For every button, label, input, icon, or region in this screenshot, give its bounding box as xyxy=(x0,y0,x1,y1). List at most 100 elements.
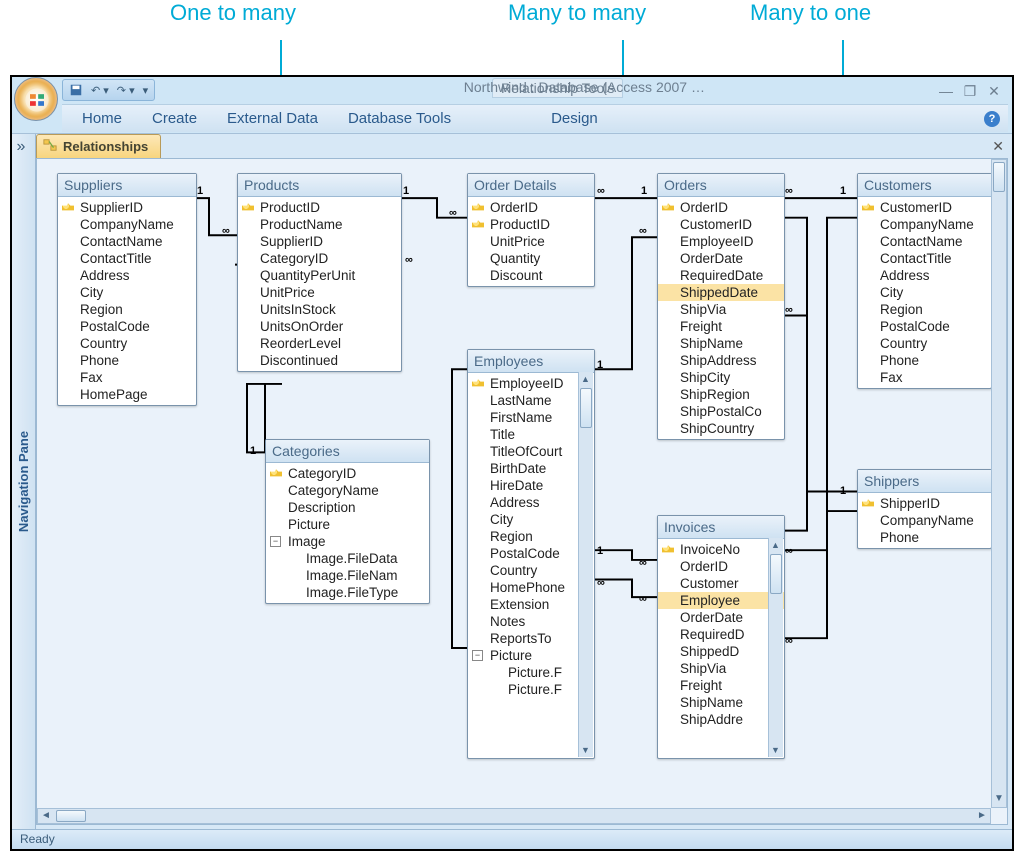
field-item[interactable]: ProductID xyxy=(238,199,401,216)
field-item[interactable]: Region xyxy=(468,528,594,545)
field-item[interactable]: CategoryName xyxy=(266,482,429,499)
field-item[interactable]: ContactTitle xyxy=(858,250,991,267)
field-item[interactable]: CompanyName xyxy=(858,216,991,233)
table-header[interactable]: Suppliers xyxy=(58,174,196,197)
field-item[interactable]: ShipCity xyxy=(658,369,784,386)
field-item[interactable]: ContactTitle xyxy=(58,250,196,267)
field-item[interactable]: PostalCode xyxy=(858,318,991,335)
field-item[interactable]: City xyxy=(858,284,991,301)
field-item[interactable]: SupplierID xyxy=(58,199,196,216)
table-customers[interactable]: CustomersCustomerIDCompanyNameContactNam… xyxy=(857,173,992,389)
field-item[interactable]: ReorderLevel xyxy=(238,335,401,352)
vertical-scrollbar[interactable]: ▲ ▼ xyxy=(991,159,1007,808)
field-item[interactable]: City xyxy=(58,284,196,301)
field-item[interactable]: Picture− xyxy=(468,647,594,664)
redo-icon[interactable]: ↷ ▾ xyxy=(117,84,135,97)
table-employees[interactable]: EmployeesEmployeeIDLastNameFirstNameTitl… xyxy=(467,349,595,759)
field-item[interactable]: Region xyxy=(58,301,196,318)
field-item[interactable]: HireDate xyxy=(468,477,594,494)
field-item[interactable]: Discontinued xyxy=(238,352,401,369)
tab-create[interactable]: Create xyxy=(152,110,197,127)
field-item[interactable]: Image− xyxy=(266,533,429,550)
field-item[interactable]: Fax xyxy=(858,369,991,386)
table-order-details[interactable]: Order DetailsOrderIDProductIDUnitPriceQu… xyxy=(467,173,595,287)
field-item[interactable]: Discount xyxy=(468,267,594,284)
office-button[interactable] xyxy=(14,77,58,121)
table-header[interactable]: Orders xyxy=(658,174,784,197)
field-item[interactable]: OrderDate xyxy=(658,609,784,626)
field-item[interactable]: ProductID xyxy=(468,216,594,233)
field-item[interactable]: UnitsInStock xyxy=(238,301,401,318)
field-item[interactable]: ShipAddre xyxy=(658,711,784,728)
table-header[interactable]: Order Details xyxy=(468,174,594,197)
field-item[interactable]: Image.FileData xyxy=(266,550,429,567)
field-item[interactable]: Picture.F xyxy=(468,664,594,681)
tab-external-data[interactable]: External Data xyxy=(227,110,318,127)
field-item[interactable]: ContactName xyxy=(58,233,196,250)
field-item[interactable]: TitleOfCourt xyxy=(468,443,594,460)
field-item[interactable]: HomePage xyxy=(58,386,196,403)
field-item[interactable]: RequiredD xyxy=(658,626,784,643)
field-item[interactable]: ShipperID xyxy=(858,495,991,512)
table-header[interactable]: Invoices xyxy=(658,516,784,539)
scroll-left-icon[interactable]: ◄ xyxy=(39,809,53,823)
table-suppliers[interactable]: SuppliersSupplierIDCompanyNameContactNam… xyxy=(57,173,197,406)
field-item[interactable]: Fax xyxy=(58,369,196,386)
inner-scrollbar[interactable]: ▲▼ xyxy=(768,538,783,757)
field-item[interactable]: OrderDate xyxy=(658,250,784,267)
field-item[interactable]: HomePhone xyxy=(468,579,594,596)
scroll-thumb[interactable] xyxy=(56,810,86,822)
field-item[interactable]: Title xyxy=(468,426,594,443)
field-item[interactable]: City xyxy=(468,511,594,528)
document-close-button[interactable]: ✕ xyxy=(992,138,1004,155)
close-button[interactable]: ✕ xyxy=(984,83,1004,97)
field-item[interactable]: Region xyxy=(858,301,991,318)
field-item[interactable]: Address xyxy=(468,494,594,511)
table-header[interactable]: Products xyxy=(238,174,401,197)
field-item[interactable]: UnitPrice xyxy=(238,284,401,301)
field-item[interactable]: PostalCode xyxy=(58,318,196,335)
field-item[interactable]: ShipCountry xyxy=(658,420,784,437)
field-item[interactable]: Image.FileType xyxy=(266,584,429,601)
table-header[interactable]: Employees xyxy=(468,350,594,373)
field-item[interactable]: EmployeeID xyxy=(468,375,594,392)
scroll-right-icon[interactable]: ► xyxy=(975,809,989,823)
chevron-right-icon[interactable]: » xyxy=(17,138,31,152)
field-item[interactable]: Phone xyxy=(58,352,196,369)
horizontal-scrollbar[interactable]: ◄ ► xyxy=(37,808,991,824)
field-item[interactable]: Phone xyxy=(858,529,991,546)
field-item[interactable]: Picture.F xyxy=(468,681,594,698)
undo-icon[interactable]: ↶ ▾ xyxy=(91,84,109,97)
save-icon[interactable] xyxy=(69,83,83,97)
field-item[interactable]: CustomerID xyxy=(858,199,991,216)
field-item[interactable]: FirstName xyxy=(468,409,594,426)
field-item[interactable]: Freight xyxy=(658,677,784,694)
field-item[interactable]: ShippedDate xyxy=(658,284,784,301)
tab-design[interactable]: Design xyxy=(551,110,598,127)
field-item[interactable]: Address xyxy=(858,267,991,284)
field-item[interactable]: ShippedD xyxy=(658,643,784,660)
field-item[interactable]: ShipAddress xyxy=(658,352,784,369)
field-item[interactable]: CategoryID xyxy=(238,250,401,267)
field-item[interactable]: CompanyName xyxy=(858,512,991,529)
tab-database-tools[interactable]: Database Tools xyxy=(348,110,451,127)
minimize-button[interactable]: — xyxy=(936,83,956,97)
inner-scrollbar[interactable]: ▲▼ xyxy=(578,372,593,757)
field-item[interactable]: EmployeeID xyxy=(658,233,784,250)
field-item[interactable]: ShipName xyxy=(658,694,784,711)
field-item[interactable]: Employee xyxy=(658,592,784,609)
field-item[interactable]: Country xyxy=(468,562,594,579)
field-item[interactable]: OrderID xyxy=(468,199,594,216)
restore-button[interactable]: ❐ xyxy=(960,83,980,97)
navigation-pane-collapsed[interactable]: » Navigation Pane xyxy=(12,134,36,829)
document-tab-relationships[interactable]: Relationships xyxy=(36,134,161,158)
field-item[interactable]: QuantityPerUnit xyxy=(238,267,401,284)
field-item[interactable]: Country xyxy=(58,335,196,352)
relationships-canvas[interactable]: 1 ∞ 1 ∞ ∞ 1 1 ∞ ∞ 1 ∞ 1 1 ∞ 1 ∞ ∞ ∞ ∞ ∞ … xyxy=(36,158,1008,825)
field-item[interactable]: Notes xyxy=(468,613,594,630)
field-item[interactable]: Extension xyxy=(468,596,594,613)
field-item[interactable]: Picture xyxy=(266,516,429,533)
field-item[interactable]: ContactName xyxy=(858,233,991,250)
tree-toggle-icon[interactable]: − xyxy=(270,536,281,547)
field-item[interactable]: SupplierID xyxy=(238,233,401,250)
